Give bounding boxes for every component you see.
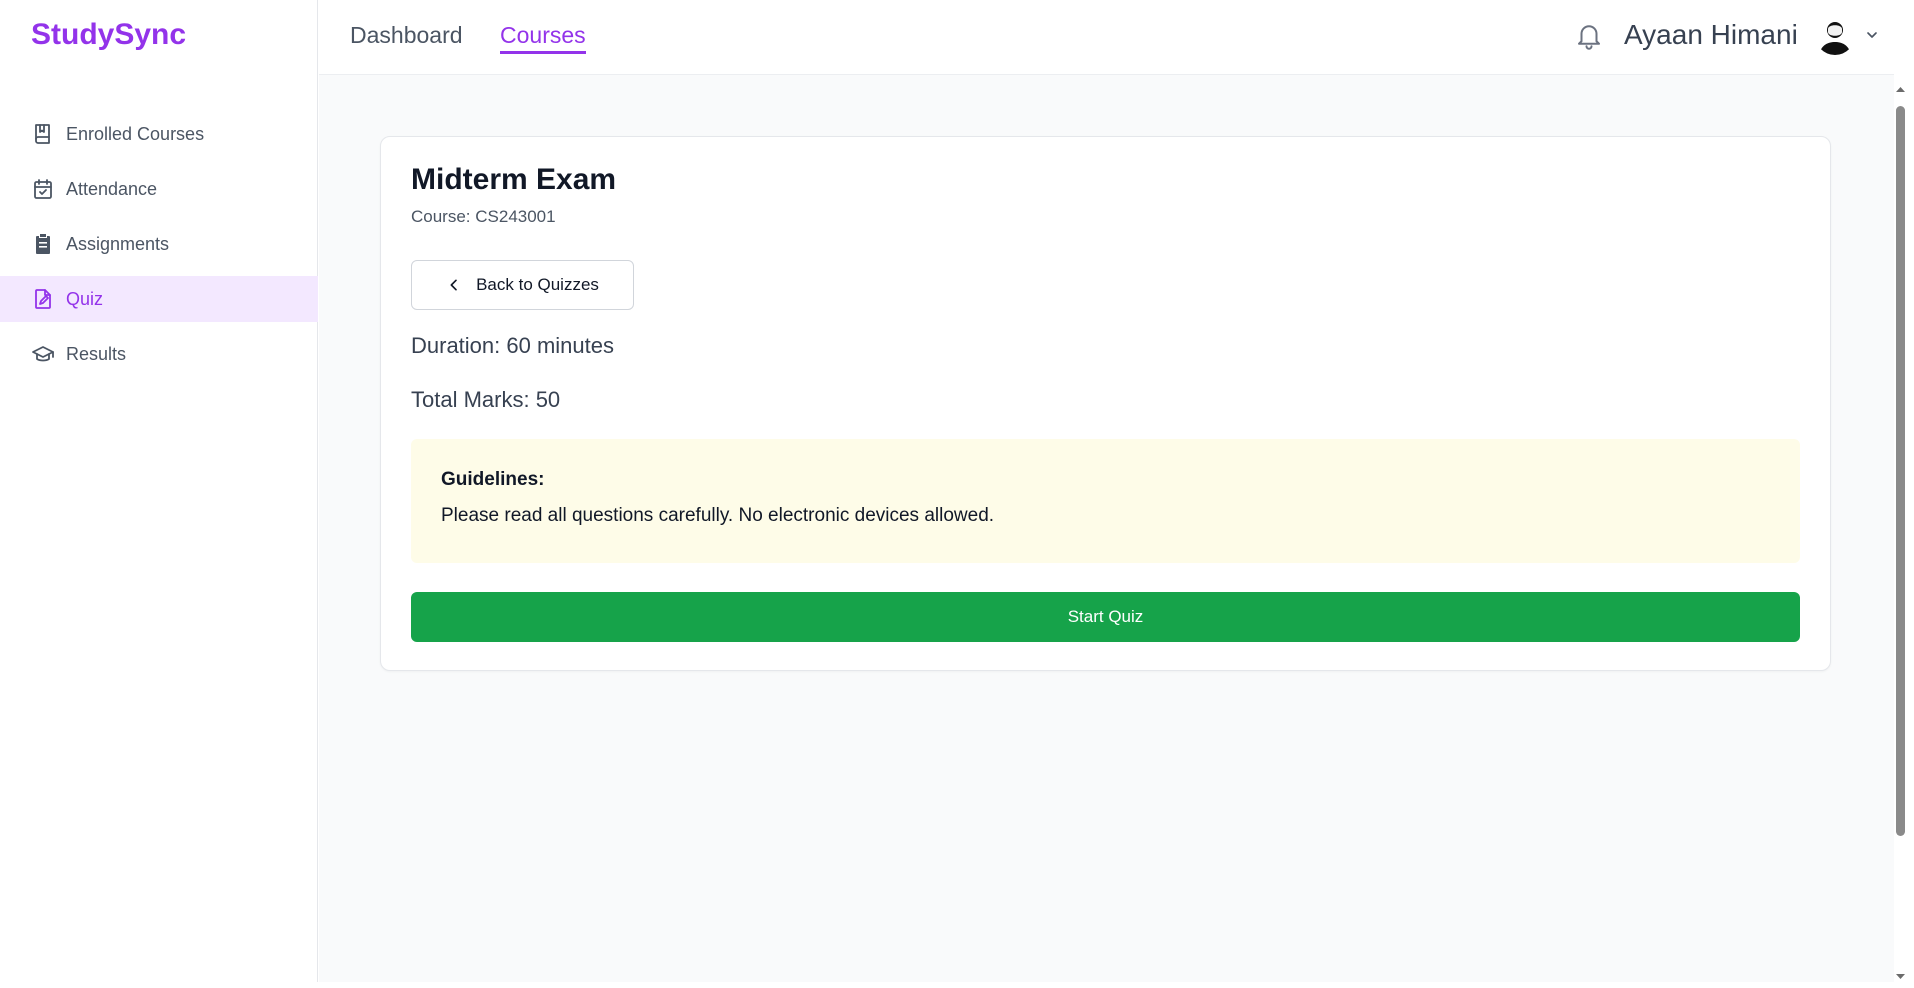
sidebar: StudySync Enrolled Courses Attendance As… xyxy=(0,0,318,982)
chevron-left-icon xyxy=(446,277,462,293)
main-content: Midterm Exam Course: CS243001 Back to Qu… xyxy=(319,75,1894,982)
back-to-quizzes-button[interactable]: Back to Quizzes xyxy=(411,260,634,310)
sidebar-nav: Enrolled Courses Attendance Assignments xyxy=(0,111,318,386)
sidebar-item-label: Results xyxy=(66,343,127,364)
sidebar-item-label: Enrolled Courses xyxy=(66,123,205,144)
quiz-duration: Duration: 60 minutes xyxy=(411,333,614,358)
guidelines-text: Please read all questions carefully. No … xyxy=(441,505,995,526)
guidelines-title: Guidelines: xyxy=(441,469,545,490)
quiz-total-marks: Total Marks: 50 xyxy=(411,387,561,412)
user-name[interactable]: Ayaan Himani xyxy=(1624,19,1798,51)
chevron-down-icon[interactable] xyxy=(1864,27,1880,43)
guidelines-box: Guidelines: Please read all questions ca… xyxy=(411,439,1800,563)
file-edit-icon xyxy=(31,287,55,311)
sidebar-item-results[interactable]: Results xyxy=(0,331,318,377)
sidebar-item-label: Attendance xyxy=(66,178,158,199)
top-header: Dashboard Courses Ayaan Himani xyxy=(319,0,1894,75)
avatar[interactable] xyxy=(1815,15,1855,55)
graduation-cap-icon xyxy=(31,342,55,366)
clipboard-icon xyxy=(31,232,55,256)
quiz-card: Midterm Exam Course: CS243001 Back to Qu… xyxy=(380,136,1831,671)
page-title: Midterm Exam xyxy=(411,163,617,196)
start-quiz-button[interactable]: Start Quiz xyxy=(411,592,1800,642)
scrollbar-thumb[interactable] xyxy=(1896,106,1905,836)
sidebar-item-label: Quiz xyxy=(66,288,104,309)
calendar-check-icon xyxy=(31,177,55,201)
back-button-label: Back to Quizzes xyxy=(476,275,599,294)
bell-icon[interactable] xyxy=(1574,19,1604,51)
scroll-down-arrow-icon[interactable] xyxy=(1893,970,1908,982)
sidebar-item-assignments[interactable]: Assignments xyxy=(0,221,318,267)
book-icon xyxy=(31,122,55,146)
sidebar-item-label: Assignments xyxy=(66,233,170,254)
sidebar-item-attendance[interactable]: Attendance xyxy=(0,166,318,212)
tab-courses[interactable]: Courses xyxy=(500,22,586,54)
course-code: Course: CS243001 xyxy=(411,207,556,226)
sidebar-item-quiz[interactable]: Quiz xyxy=(0,276,318,322)
brand-logo[interactable]: StudySync xyxy=(31,18,186,52)
sidebar-item-enrolled-courses[interactable]: Enrolled Courses xyxy=(0,111,318,157)
tab-dashboard[interactable]: Dashboard xyxy=(350,22,463,51)
vertical-scrollbar[interactable] xyxy=(1893,82,1908,982)
scroll-up-arrow-icon[interactable] xyxy=(1893,82,1908,94)
